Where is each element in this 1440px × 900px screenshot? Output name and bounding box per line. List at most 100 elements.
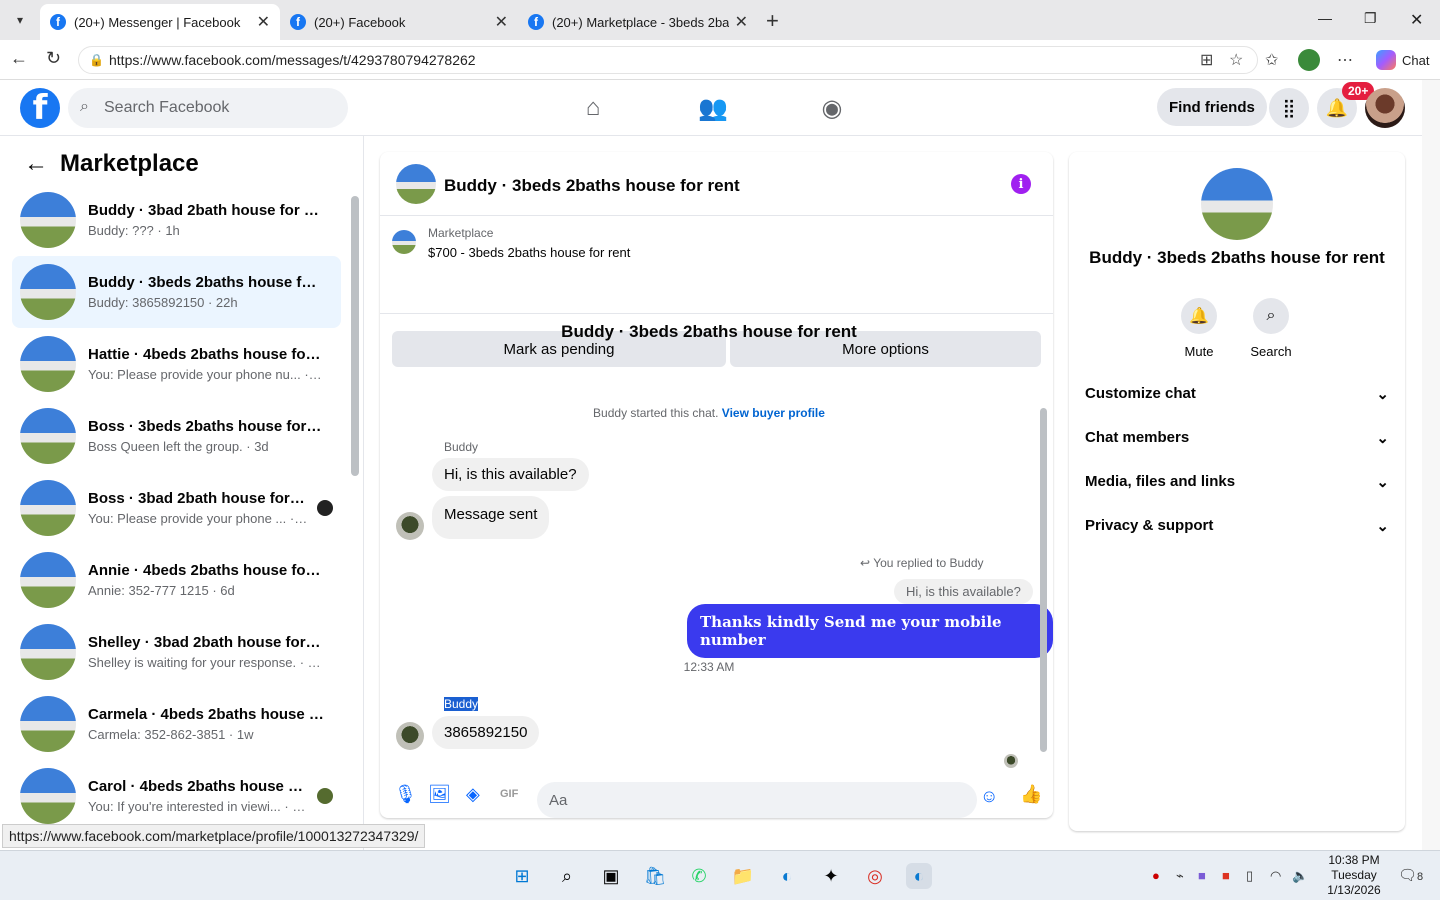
app-icon[interactable]: ✦ [818, 863, 844, 889]
chat-members-section[interactable]: Chat members ⌄ [1085, 429, 1389, 447]
conversation-item[interactable]: Boss · 3beds 2baths house for re... Boss … [12, 400, 341, 472]
more-menu-icon[interactable]: ⋯ [1337, 50, 1353, 70]
chat-avatar[interactable] [396, 164, 436, 204]
page-scrollbar[interactable] [1422, 80, 1440, 850]
message-bubble[interactable]: Hi, is this available? [432, 458, 589, 491]
search-icon[interactable]: ⌕ [554, 863, 580, 889]
facebook-logo-icon[interactable]: f [20, 88, 60, 128]
conversation-item[interactable]: Boss · 3bad 2bath house for r... You: Ple… [12, 472, 341, 544]
copilot-chat-button[interactable]: Chat [1366, 46, 1439, 74]
menu-grid-icon[interactable]: ⣿ [1269, 88, 1309, 128]
browser-tab-facebook[interactable]: f (20+) Facebook ✕ [280, 4, 518, 40]
tray-icon[interactable]: ⌁ [1176, 868, 1184, 884]
conversation-item[interactable]: Carmela · 4beds 2baths house f... Carmela… [12, 688, 341, 760]
microphone-icon[interactable]: 🎙 [394, 784, 417, 805]
favorites-icon[interactable]: ✩ [1265, 50, 1278, 70]
store-icon[interactable]: 🛍 [642, 863, 668, 889]
url-field[interactable]: 🔒 https://www.facebook.com/messages/t/42… [78, 46, 1258, 74]
tray-app-icon[interactable]: ● [1152, 868, 1160, 883]
browser-tab-messenger[interactable]: f (20+) Messenger | Facebook ✕ [40, 4, 280, 40]
chat-title[interactable]: Buddy · 3beds 2baths house for rent [444, 176, 740, 196]
file-explorer-icon[interactable]: 📁 [730, 863, 756, 889]
restore-icon[interactable]: ❐ [1364, 10, 1377, 27]
volume-icon[interactable]: 🔈 [1292, 868, 1308, 884]
message-input[interactable]: Aa [537, 782, 977, 818]
notification-center-icon[interactable]: 🗨8 [1398, 866, 1423, 884]
privacy-support-section[interactable]: Privacy & support ⌄ [1085, 517, 1389, 535]
chat-info-name: Buddy · 3beds 2baths house for rent [1089, 248, 1385, 267]
listing-thumbnail[interactable] [392, 230, 416, 254]
conversation-item[interactable]: Buddy · 3bad 2bath house for re... Buddy:… [12, 184, 341, 256]
minimize-icon[interactable]: — [1318, 10, 1332, 26]
home-icon[interactable]: ⌂ [579, 94, 607, 122]
site-info-icon[interactable]: 🔒 [89, 53, 104, 67]
conversation-item[interactable]: Annie · 4beds 2baths house for r... Annie… [12, 544, 341, 616]
customize-chat-section[interactable]: Customize chat ⌄ [1085, 385, 1389, 403]
photo-icon[interactable]: 🖼 [428, 784, 451, 805]
message-sender: Buddy [444, 440, 479, 454]
sticker-icon[interactable]: ◈ [466, 784, 480, 805]
listing-title[interactable]: $700 - 3beds 2baths house for rent [428, 245, 630, 260]
edge-active-icon[interactable]: ◐ [906, 863, 932, 889]
section-label: Media, files and links [1085, 473, 1236, 490]
message-timestamp: 12:33 AM [683, 660, 735, 674]
conversation-preview: Buddy: 3865892150 · 22h [88, 295, 238, 310]
profile-icon[interactable] [1298, 49, 1320, 71]
sender-avatar[interactable] [396, 722, 424, 750]
browser-tab-marketplace[interactable]: f (20+) Marketplace - 3beds 2baths ✕ [518, 4, 758, 40]
message-bubble[interactable]: 3865892150 [432, 716, 540, 749]
conversation-name: Boss · 3bad 2bath house for r... [88, 490, 308, 507]
tab-close-icon[interactable]: ✕ [257, 12, 270, 32]
conversation-name: Annie · 4beds 2baths house for r... [88, 562, 324, 579]
conversation-item[interactable]: Shelley · 3bad 2bath house for r... Shell… [12, 616, 341, 688]
chat-header: Buddy · 3beds 2baths house for rent i [380, 152, 1053, 216]
battery-icon[interactable]: ▯ [1246, 868, 1253, 884]
info-icon[interactable]: i [1011, 174, 1031, 194]
close-window-icon[interactable]: ✕ [1410, 10, 1423, 30]
conversation-preview: Boss Queen left the group. · 3d [88, 439, 269, 454]
new-tab-icon[interactable]: + [766, 8, 779, 34]
back-arrow-icon[interactable]: ← [24, 150, 48, 178]
favorite-star-icon[interactable]: ☆ [1229, 50, 1243, 70]
address-bar-row: ← ↻ 🔒 https://www.facebook.com/messages/… [0, 40, 1440, 80]
gif-icon[interactable]: GIF [500, 788, 518, 800]
conversation-item-selected[interactable]: Buddy · 3beds 2baths house for ... Buddy:… [12, 256, 341, 328]
emoji-icon[interactable]: ☺ [980, 786, 998, 807]
mute-button[interactable]: 🔔 Mute [1169, 298, 1229, 359]
system-clock[interactable]: 10:38 PM Tuesday 1/13/2026 [1316, 853, 1392, 898]
conversation-list-scrollbar[interactable] [351, 196, 359, 476]
thread-scrollbar[interactable] [1040, 408, 1047, 752]
edge-icon[interactable]: ◐ [774, 863, 800, 889]
quoted-message[interactable]: Hi, is this available? [894, 579, 1033, 604]
task-view-icon[interactable]: ▣ [598, 863, 624, 889]
my-message-bubble[interactable]: Thanks kindly Send me your mobile number [687, 604, 1053, 658]
tab-list-dropdown-icon[interactable]: ▾ [8, 8, 32, 32]
refresh-icon[interactable]: ↻ [46, 48, 61, 69]
whatsapp-icon[interactable]: ✆ [686, 863, 712, 889]
message-bubble[interactable]: Message sent [432, 496, 550, 539]
search-conversation-button[interactable]: ⌕ Search [1241, 298, 1301, 359]
tray-icon[interactable]: ■ [1198, 868, 1206, 883]
sender-avatar[interactable] [396, 512, 424, 540]
app-available-icon[interactable]: ⊞ [1200, 50, 1213, 70]
view-buyer-profile-link[interactable]: View buyer profile [722, 406, 825, 420]
groups-icon[interactable]: ◉ [818, 94, 846, 122]
like-thumb-icon[interactable]: 👍 [1020, 784, 1042, 805]
friends-icon[interactable]: 👥 [698, 94, 728, 122]
tray-icon[interactable]: ■ [1222, 868, 1230, 883]
media-files-section[interactable]: Media, files and links ⌄ [1085, 473, 1389, 491]
conversation-item[interactable]: Hattie · 4beds 2baths house for ... You: … [12, 328, 341, 400]
start-windows-icon[interactable]: ⊞ [509, 863, 535, 889]
chrome-icon[interactable]: ◎ [862, 863, 888, 889]
message-sender-highlighted: Buddy [444, 697, 479, 711]
chat-info-avatar[interactable] [1201, 168, 1273, 240]
wifi-icon[interactable]: ◠ [1270, 868, 1281, 884]
back-arrow-icon[interactable]: ← [10, 48, 28, 69]
tab-close-icon[interactable]: ✕ [495, 12, 508, 32]
search-input[interactable]: ⌕ Search Facebook [68, 88, 348, 128]
conversation-avatar [20, 336, 76, 392]
conversation-item[interactable]: Carol · 4beds 2baths house fo... You: If … [12, 760, 341, 832]
account-avatar[interactable] [1365, 88, 1405, 128]
tab-close-icon[interactable]: ✕ [735, 12, 748, 32]
find-friends-button[interactable]: Find friends [1157, 88, 1267, 126]
